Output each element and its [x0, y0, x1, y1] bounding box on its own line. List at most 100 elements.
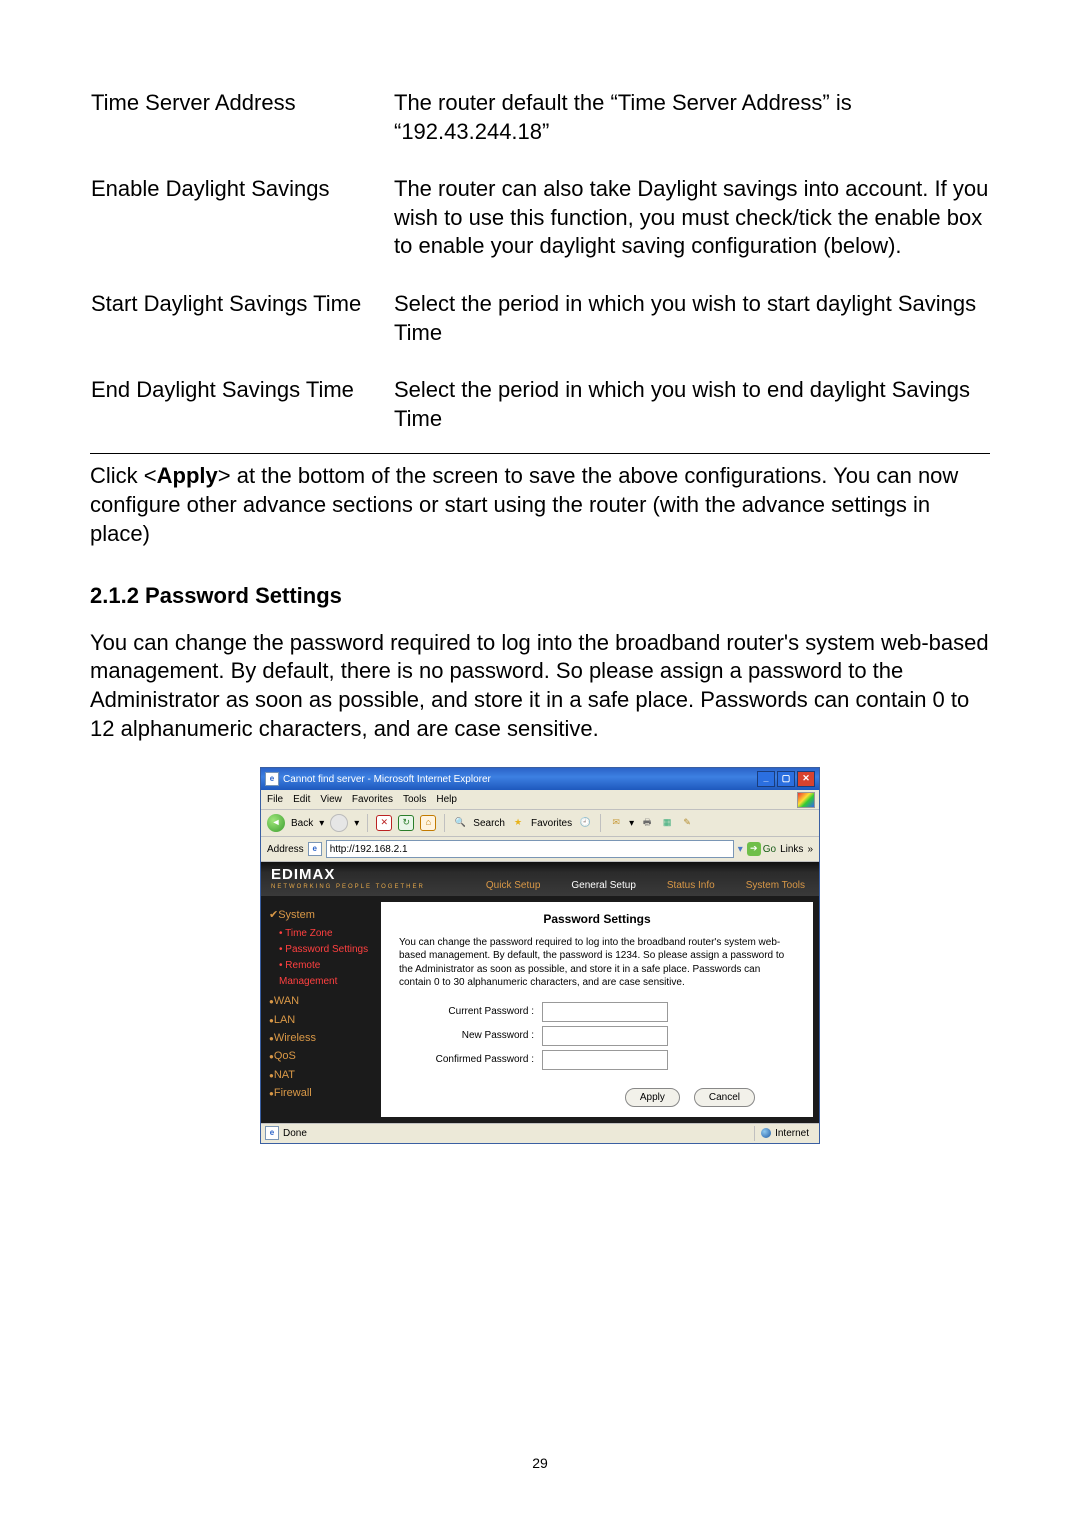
links-label[interactable]: Links: [780, 843, 803, 856]
button-row: Apply Cancel: [399, 1088, 795, 1107]
row-new-password: New Password :: [399, 1026, 795, 1046]
forward-dropdown-icon[interactable]: ▾: [354, 817, 359, 830]
favorites-label[interactable]: Favorites: [531, 817, 572, 830]
status-page-icon: e: [265, 1126, 279, 1140]
mail-dropdown-icon[interactable]: ▾: [629, 817, 634, 830]
page-icon: e: [308, 842, 322, 856]
search-label[interactable]: Search: [473, 817, 505, 830]
sidebar-item-timezone[interactable]: • Time Zone: [279, 926, 373, 942]
sidebar-item-nat[interactable]: NAT: [269, 1068, 373, 1082]
sidebar-item-lan[interactable]: LAN: [269, 1013, 373, 1027]
def-term: Time Server Address: [90, 88, 393, 174]
sidebar-label: Time Zone: [285, 928, 332, 939]
close-button[interactable]: ✕: [797, 771, 815, 787]
search-icon[interactable]: 🔍: [453, 816, 467, 830]
definitions-table: Time Server Address The router default t…: [90, 88, 990, 461]
refresh-icon[interactable]: ↻: [398, 815, 414, 831]
print-icon[interactable]: 🖶: [640, 816, 654, 830]
ie-window: e Cannot find server - Microsoft Interne…: [260, 767, 820, 1144]
history-icon[interactable]: 🕘: [578, 816, 592, 830]
minimize-button[interactable]: _: [757, 771, 775, 787]
input-current-password[interactable]: [542, 1002, 668, 1022]
menu-view[interactable]: View: [320, 793, 342, 806]
tab-quick-setup[interactable]: Quick Setup: [465, 875, 548, 896]
home-icon[interactable]: ⌂: [420, 815, 436, 831]
apply-button[interactable]: Apply: [625, 1088, 680, 1107]
tab-system-tools[interactable]: System Tools: [725, 875, 813, 896]
tab-label: General Setup: [571, 879, 636, 892]
sidebar-label: Remote Management: [279, 960, 337, 987]
links-expand-icon[interactable]: »: [807, 843, 813, 856]
sidebar-item-password[interactable]: • Password Settings: [279, 942, 373, 958]
favorites-icon[interactable]: ★: [511, 816, 525, 830]
def-desc: The router default the “Time Server Addr…: [393, 88, 990, 174]
def-desc: Select the period in which you wish to e…: [393, 375, 990, 461]
mail-icon[interactable]: ✉: [609, 816, 623, 830]
back-dropdown-icon[interactable]: ▾: [319, 817, 324, 830]
menu-edit[interactable]: Edit: [293, 793, 310, 806]
def-desc: Select the period in which you wish to s…: [393, 289, 990, 375]
top-nav: Quick Setup General Setup Status Info Sy…: [465, 875, 819, 896]
tab-status-info[interactable]: Status Info: [646, 875, 723, 896]
label-new-password: New Password :: [399, 1029, 542, 1042]
cancel-button[interactable]: Cancel: [694, 1088, 755, 1107]
back-label[interactable]: Back: [291, 817, 313, 830]
address-label: Address: [267, 843, 304, 856]
app-body: ✔System • Time Zone • Password Settings …: [261, 896, 819, 1123]
sidebar-item-wireless[interactable]: Wireless: [269, 1031, 373, 1045]
ie-toolbar: ◄ Back ▾ ▾ ✕ ↻ ⌂ 🔍 Search ★ Favorites 🕘 …: [261, 810, 819, 837]
brand-subtext: NETWORKING PEOPLE TOGETHER: [271, 884, 455, 892]
menu-file[interactable]: File: [267, 793, 283, 806]
discuss-icon[interactable]: ✎: [680, 816, 694, 830]
ie-titlebar: e Cannot find server - Microsoft Interne…: [261, 768, 819, 790]
panel-desc: You can change the password required to …: [399, 936, 795, 990]
sidebar-item-qos[interactable]: QoS: [269, 1049, 373, 1063]
info-icon: [654, 881, 664, 891]
back-icon[interactable]: ◄: [267, 814, 285, 832]
def-term: End Daylight Savings Time: [90, 375, 393, 461]
def-term: Enable Daylight Savings: [90, 174, 393, 289]
ie-statusbar: e Done Internet: [261, 1123, 819, 1143]
label-confirm-password: Confirmed Password :: [399, 1053, 542, 1066]
apply-note-pre: Click <: [90, 463, 157, 488]
divider: [90, 453, 990, 454]
menu-help[interactable]: Help: [436, 793, 457, 806]
address-input[interactable]: [326, 840, 734, 858]
apply-note-bold: Apply: [157, 463, 218, 488]
go-label: Go: [763, 843, 776, 856]
sidebar-group-system[interactable]: ✔System: [269, 908, 373, 922]
tab-label: System Tools: [746, 879, 805, 892]
sidebar-label: Password Settings: [285, 944, 368, 955]
main-panel: Password Settings You can change the pas…: [381, 902, 813, 1117]
address-dropdown-icon[interactable]: ▾: [738, 843, 743, 856]
sidebar-label: System: [278, 909, 315, 921]
wizard-icon: [473, 881, 483, 891]
section-paragraph: You can change the password required to …: [90, 629, 990, 743]
maximize-button[interactable]: ▢: [777, 771, 795, 787]
menu-tools[interactable]: Tools: [403, 793, 426, 806]
status-done: Done: [283, 1127, 307, 1140]
page-number: 29: [90, 1454, 990, 1472]
edit-icon[interactable]: ▦: [660, 816, 674, 830]
gear-icon: [558, 881, 568, 891]
apply-note: Click <Apply> at the bottom of the scree…: [90, 462, 990, 548]
app-header: EDIMAX NETWORKING PEOPLE TOGETHER Quick …: [261, 862, 819, 896]
row-current-password: Current Password :: [399, 1002, 795, 1022]
input-new-password[interactable]: [542, 1026, 668, 1046]
menu-favorites[interactable]: Favorites: [352, 793, 393, 806]
section-heading: 2.1.2 Password Settings: [90, 582, 990, 611]
sidebar-item-remote[interactable]: • Remote Management: [279, 958, 373, 990]
input-confirm-password[interactable]: [542, 1050, 668, 1070]
brand-logo: EDIMAX NETWORKING PEOPLE TOGETHER: [261, 861, 465, 896]
ie-menubar: File Edit View Favorites Tools Help: [261, 790, 819, 810]
sidebar-item-firewall[interactable]: Firewall: [269, 1086, 373, 1100]
sidebar: ✔System • Time Zone • Password Settings …: [261, 896, 381, 1123]
brand-text: EDIMAX: [271, 866, 335, 883]
panel-title: Password Settings: [399, 912, 795, 928]
sidebar-item-wan[interactable]: WAN: [269, 994, 373, 1008]
stop-icon[interactable]: ✕: [376, 815, 392, 831]
ie-icon: e: [265, 772, 279, 786]
tab-general-setup[interactable]: General Setup: [550, 875, 644, 896]
forward-icon[interactable]: [330, 814, 348, 832]
go-button[interactable]: ➔Go: [747, 842, 776, 856]
